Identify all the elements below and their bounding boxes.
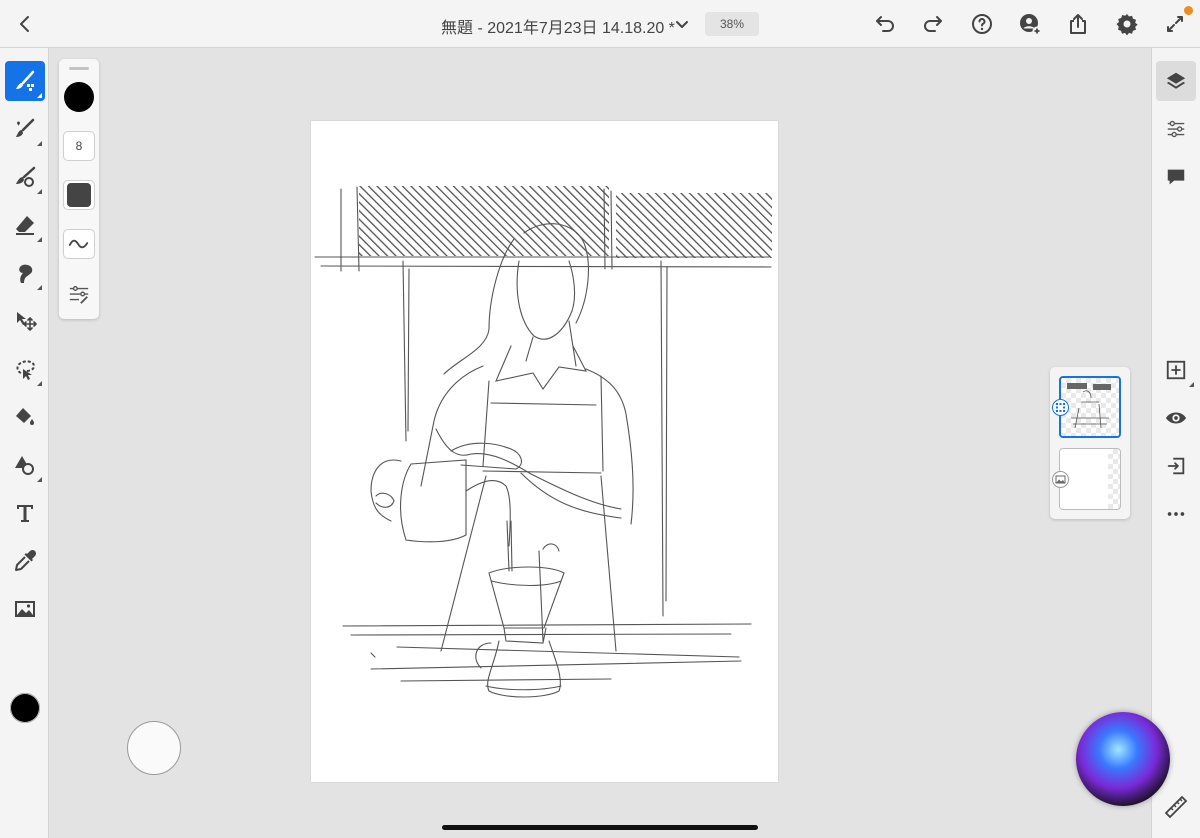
gear-icon [1116, 14, 1138, 36]
help-button[interactable] [968, 10, 996, 38]
pixel-layer-icon[interactable] [1052, 399, 1069, 416]
vector-brush-icon [16, 166, 36, 187]
sketch-artwork [314, 186, 772, 698]
tool-rail [0, 48, 49, 838]
brush-panel: 8 [59, 59, 99, 319]
layers-icon [1166, 72, 1186, 89]
tool-options-indicator [37, 381, 42, 386]
document-title[interactable]: 無題 - 2021年7月23日 14.18.20 * [441, 14, 675, 38]
text-icon [17, 505, 33, 522]
transparency-grid [1108, 449, 1120, 509]
layers-button[interactable] [1156, 61, 1196, 101]
touch-shortcut[interactable] [127, 721, 181, 775]
tool-options-indicator [37, 189, 42, 194]
color-swatch[interactable] [10, 693, 40, 723]
move-icon [17, 312, 37, 331]
pixel-brush-icon [16, 70, 35, 91]
text-tool[interactable] [5, 493, 45, 533]
eyedropper-icon [15, 549, 37, 571]
fullscreen-button[interactable] [1161, 10, 1189, 38]
eyedropper-tool[interactable] [5, 541, 45, 581]
brush-settings[interactable] [63, 279, 95, 309]
undo-button[interactable] [871, 10, 899, 38]
settings-button[interactable] [1113, 10, 1141, 38]
redo-button[interactable] [919, 10, 947, 38]
add-person-icon [1020, 14, 1042, 36]
notification-dot [1184, 6, 1193, 15]
image-layer-icon[interactable] [1052, 471, 1069, 488]
shapes-icon [15, 456, 34, 475]
title-menu-button[interactable] [668, 10, 696, 38]
visibility-button[interactable] [1156, 398, 1196, 438]
live-brush-icon [16, 118, 35, 137]
paint-bucket-icon [16, 408, 34, 425]
brush-color[interactable] [64, 82, 94, 112]
siri-orb[interactable] [1076, 712, 1170, 806]
tool-options-indicator [37, 93, 42, 98]
add-layer-icon [1166, 360, 1186, 380]
expand-icon [1167, 16, 1183, 32]
smudge-tool[interactable] [5, 253, 45, 293]
properties-button[interactable] [1156, 109, 1196, 149]
transform-tool[interactable] [5, 301, 45, 341]
help-icon [972, 14, 992, 34]
share-icon [1070, 14, 1086, 34]
fill-tool[interactable] [5, 397, 45, 437]
image-tool[interactable] [5, 589, 45, 629]
more-button[interactable] [1156, 494, 1196, 534]
undo-icon [876, 16, 894, 32]
top-bar: 無題 - 2021年7月23日 14.18.20 * 38% [0, 0, 1200, 48]
import-button[interactable] [1156, 446, 1196, 486]
zoom-level[interactable]: 38% [705, 12, 759, 36]
back-button[interactable] [11, 10, 39, 38]
vector-brush-tool[interactable] [5, 157, 45, 197]
brush-settings-icon [69, 285, 89, 304]
pixel-grid-glyph [1056, 403, 1065, 412]
brush-size[interactable]: 8 [63, 131, 95, 161]
pixel-brush-tool[interactable] [5, 61, 45, 101]
chevron-down-icon [676, 21, 688, 28]
drawing-canvas[interactable] [311, 121, 778, 782]
home-indicator[interactable] [442, 825, 758, 830]
opacity-preview [67, 183, 91, 207]
image-icon [15, 601, 35, 617]
image-glyph [1055, 475, 1066, 484]
comments-button[interactable] [1156, 157, 1196, 197]
layers-panel [1050, 367, 1130, 519]
add-layer-button[interactable] [1156, 350, 1196, 390]
invite-button[interactable] [1016, 10, 1044, 38]
comment-icon [1167, 169, 1185, 185]
eye-icon [1165, 412, 1187, 424]
smudge-icon [19, 264, 33, 283]
layer-thumbnail [1067, 383, 1111, 429]
shapes-tool[interactable] [5, 445, 45, 485]
brush-opacity[interactable] [63, 180, 95, 210]
lasso-tool[interactable] [5, 349, 45, 389]
share-button[interactable] [1064, 10, 1092, 38]
tool-options-indicator [37, 477, 42, 482]
live-brush-tool[interactable] [5, 109, 45, 149]
tool-options-indicator [37, 237, 42, 242]
tool-options-indicator [37, 285, 42, 290]
panel-drag-handle[interactable] [69, 67, 89, 70]
sliders-icon [1167, 120, 1185, 138]
tool-options-indicator [37, 141, 42, 146]
brush-stroke-icon [68, 239, 89, 249]
chevron-left-icon [20, 16, 29, 32]
lasso-icon [16, 360, 36, 380]
import-icon [1167, 457, 1185, 475]
redo-icon [924, 16, 942, 32]
brush-picker[interactable] [63, 229, 95, 259]
right-rail [1151, 48, 1200, 838]
tool-options-indicator [1189, 382, 1194, 387]
eraser-icon [16, 216, 34, 235]
ruler-icon[interactable] [1163, 794, 1189, 820]
more-icon [1167, 512, 1185, 516]
eraser-tool[interactable] [5, 205, 45, 245]
